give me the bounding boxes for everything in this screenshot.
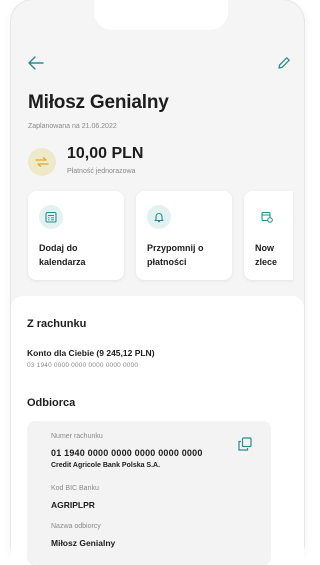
- payment-amount: 10,00 PLN: [67, 145, 144, 162]
- from-account-number: 03 1940 0000 0000 0000 0000 0000: [27, 362, 139, 369]
- recipient-name: Miłosz Genialny: [51, 538, 116, 548]
- payment-type: Płatność jednorazowa: [67, 168, 136, 175]
- quick-actions: Dodaj do kalendarza Przypomnij o płatnoś…: [28, 191, 293, 283]
- recipient-bank-name: Credit Agricole Bank Polska S.A.: [51, 462, 161, 469]
- action-icon-badge: [39, 205, 63, 229]
- from-account-heading: Z rachunku: [27, 318, 87, 330]
- from-account-name: Konto dla Ciebie (9 245,12 PLN): [27, 348, 155, 358]
- recipient-account-number: 01 1940 0000 0000 0000 0000 0000: [51, 448, 203, 458]
- calendar-icon: [45, 211, 57, 223]
- recipient-details-card: Numer rachunku 01 1940 0000 0000 0000 00…: [27, 421, 271, 565]
- repeat-calendar-icon: [261, 211, 273, 223]
- action-label: Dodaj do kalendarza: [39, 243, 86, 267]
- bell-icon: [154, 213, 164, 223]
- pencil-icon: [278, 57, 290, 69]
- arrow-left-icon: [28, 56, 44, 70]
- bic-label: Kod BIC Banku: [51, 485, 99, 492]
- new-order-button[interactable]: Now zlece: [244, 191, 293, 280]
- recipient-heading: Odbiorca: [27, 397, 76, 409]
- page-title: Miłosz Genialny: [28, 92, 169, 113]
- transfer-icon: [35, 157, 49, 167]
- action-label: Przypomnij o płatności: [147, 243, 204, 267]
- edit-button[interactable]: [277, 56, 291, 70]
- copy-account-button[interactable]: [238, 437, 252, 451]
- top-bar: [28, 56, 291, 72]
- copy-icon: [238, 437, 252, 451]
- recipient-name-label: Nazwa odbiorcy: [51, 523, 101, 530]
- remind-payment-button[interactable]: Przypomnij o płatności: [136, 191, 232, 280]
- bic-code: AGRIPLPR: [51, 500, 95, 510]
- payment-icon-badge: [28, 148, 56, 176]
- action-icon-badge: [255, 205, 279, 229]
- back-button[interactable]: [28, 56, 44, 70]
- action-label: Now zlece: [255, 243, 278, 267]
- add-to-calendar-button[interactable]: Dodaj do kalendarza: [28, 191, 124, 280]
- planned-date: Zaplanowana na 21.06.2022: [28, 123, 117, 130]
- action-icon-badge: [147, 205, 171, 229]
- account-number-label: Numer rachunku: [51, 433, 103, 440]
